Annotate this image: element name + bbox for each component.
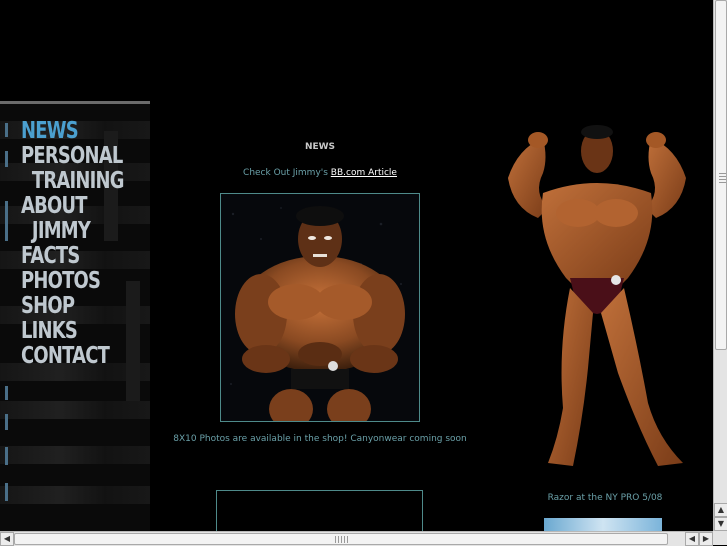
main-nav: NEWS PERSONAL TRAINING ABOUT JIMMY FACTS… xyxy=(21,119,149,369)
sidebar-tick xyxy=(5,386,8,400)
availability-note: 8X10 Photos are available in the shop! C… xyxy=(173,434,467,444)
vertical-scrollbar[interactable]: ▲ ▼ xyxy=(713,0,727,531)
nav-item-links[interactable]: LINKS xyxy=(21,319,121,344)
bb-article-link[interactable]: BB.com Article xyxy=(331,168,397,178)
sidebar-stripe xyxy=(0,446,150,464)
nav-item-jimmy-label: JIMMY xyxy=(31,218,91,244)
scroll-left-button[interactable]: ◀ xyxy=(0,532,14,546)
scrollbar-corner xyxy=(713,531,727,545)
sidebar-tick xyxy=(5,483,8,501)
scroll-right-icon: ▶ xyxy=(702,534,710,543)
scroll-up-icon: ▲ xyxy=(717,505,725,514)
vertical-grip-icon xyxy=(719,173,726,185)
nav-item-personal[interactable]: PERSONAL xyxy=(21,144,123,169)
nav-item-jimmy[interactable]: JIMMY xyxy=(21,219,121,244)
nav-item-training[interactable]: TRAINING xyxy=(21,168,125,194)
scroll-left-icon-2: ◀ xyxy=(688,534,696,543)
sidebar-top-rule xyxy=(0,101,150,104)
nav-item-news[interactable]: NEWS xyxy=(21,119,121,144)
sidebar: NEWS PERSONAL TRAINING ABOUT JIMMY FACTS… xyxy=(0,101,150,531)
thumbnail-image[interactable] xyxy=(544,518,662,532)
nav-item-photos[interactable]: PHOTOS xyxy=(21,269,121,294)
checkout-prefix: Check Out Jimmy's xyxy=(243,168,331,178)
photo-caption: Razor at the NY PRO 5/08 xyxy=(547,493,663,503)
bodybuilder-photo-front-image xyxy=(221,194,419,421)
horizontal-scroll-thumb[interactable] xyxy=(14,533,668,545)
nav-item-shop[interactable]: SHOP xyxy=(21,294,121,319)
sidebar-tick xyxy=(5,151,8,167)
scroll-down-button[interactable]: ▼ xyxy=(714,517,727,531)
secondary-frame xyxy=(216,490,423,537)
scroll-up-button[interactable]: ▲ xyxy=(714,503,727,517)
nav-item-contact[interactable]: CONTACT xyxy=(21,344,121,369)
nav-item-about[interactable]: ABOUT xyxy=(21,194,121,219)
horizontal-grip-icon xyxy=(335,536,349,543)
sidebar-tick xyxy=(5,201,8,241)
bodybuilder-photo-pose-image xyxy=(488,118,706,470)
scroll-right-button[interactable]: ▶ xyxy=(699,532,713,546)
scroll-left-icon: ◀ xyxy=(3,534,11,543)
scroll-left-button-2[interactable]: ◀ xyxy=(685,532,699,546)
sidebar-tick xyxy=(5,414,8,430)
horizontal-scrollbar[interactable]: ◀ ◀ ▶ xyxy=(0,531,713,546)
sidebar-tick xyxy=(5,447,8,465)
checkout-line: Check Out Jimmy's BB.com Article xyxy=(200,168,440,178)
scroll-down-icon: ▼ xyxy=(717,519,725,528)
bodybuilder-photo-front xyxy=(220,193,420,422)
bodybuilder-photo-pose xyxy=(488,118,706,470)
sidebar-stripe xyxy=(0,401,150,419)
vertical-scroll-thumb[interactable] xyxy=(715,0,727,350)
sidebar-stripe xyxy=(0,486,150,504)
nav-item-facts[interactable]: FACTS xyxy=(21,244,121,269)
nav-item-training-label: TRAINING xyxy=(31,168,125,194)
news-heading: NEWS xyxy=(304,142,336,152)
sidebar-tick xyxy=(5,123,8,137)
